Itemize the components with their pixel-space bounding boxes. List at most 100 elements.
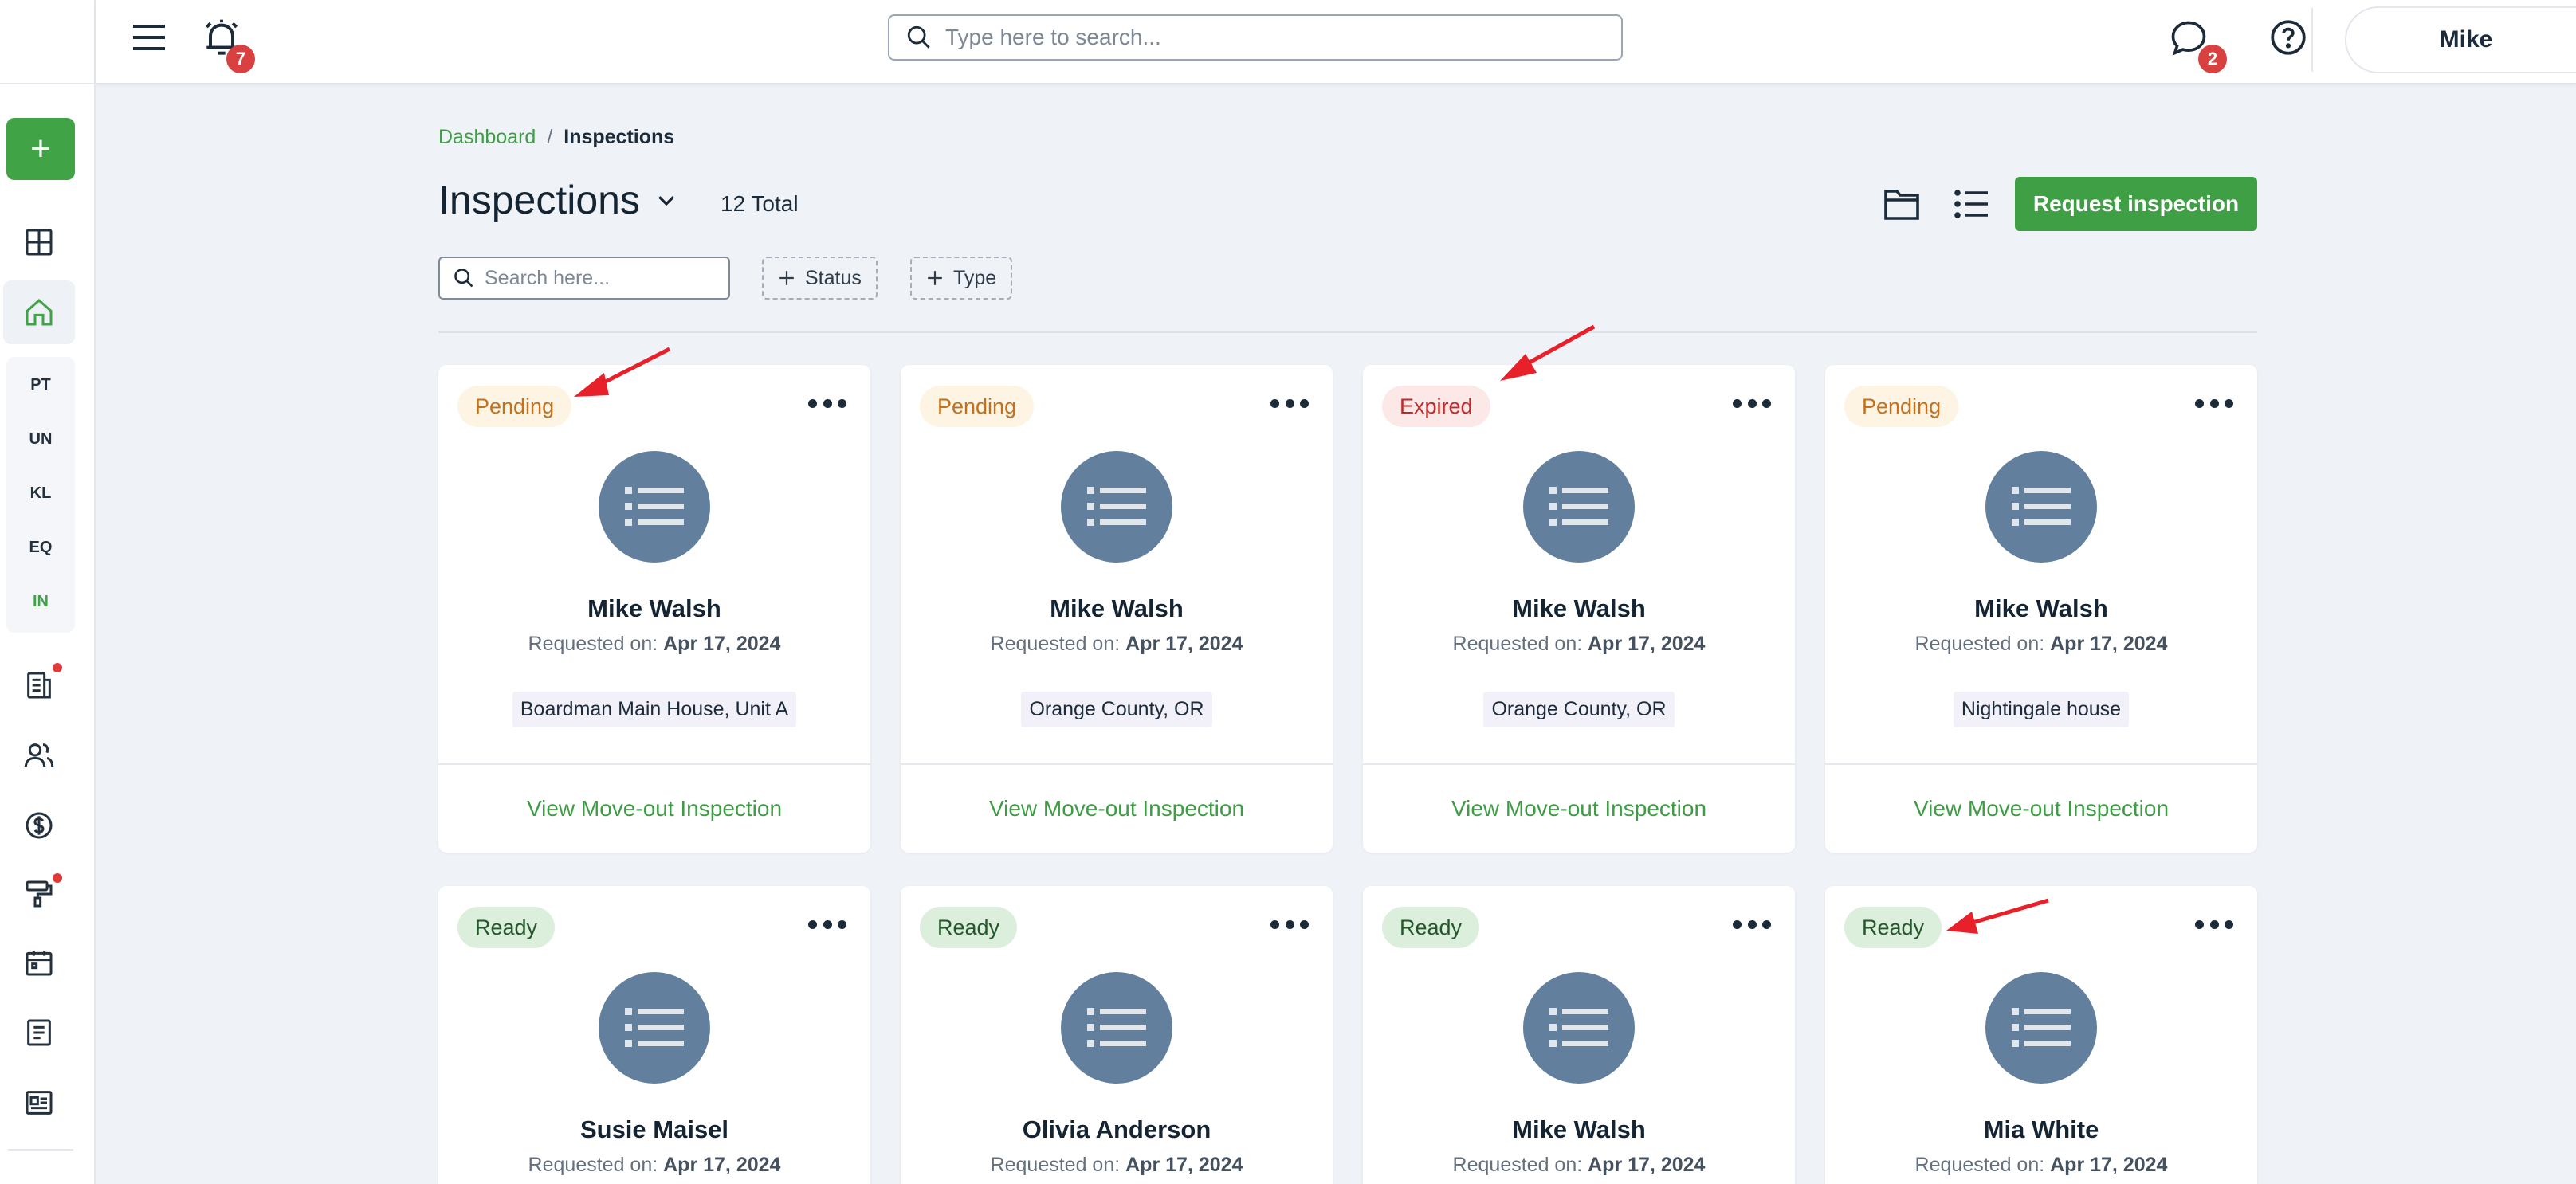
requested-date: Requested on: Apr 17, 2024 <box>1363 633 1795 656</box>
page-title: Inspections <box>438 178 640 222</box>
inspection-card[interactable]: Ready Olivia Anderson Requested on: Apr 17… <box>901 886 1333 1184</box>
inspection-icon <box>1985 451 2097 563</box>
more-options-icon[interactable] <box>2195 915 2233 934</box>
requested-label: Requested on: <box>1452 1154 1583 1176</box>
sidebar-item-eq[interactable]: EQ <box>6 539 75 557</box>
inspection-search-input[interactable] <box>485 266 724 290</box>
requested-date-value: Apr 17, 2024 <box>1125 633 1243 655</box>
status-badge: Pending <box>457 386 572 427</box>
home-icon[interactable] <box>3 280 75 344</box>
requested-label: Requested on: <box>528 1154 658 1176</box>
requested-label: Requested on: <box>990 633 1121 655</box>
sidebar-logo-area <box>0 0 94 84</box>
inspection-card[interactable]: Expired Mike Walsh Requested on: Apr 17, 2… <box>1363 365 1795 853</box>
search-icon <box>454 269 473 288</box>
dollar-icon[interactable] <box>3 794 75 857</box>
list-view-icon[interactable] <box>1950 182 1994 226</box>
requested-date: Requested on: Apr 17, 2024 <box>901 633 1333 656</box>
sidebar-item-kl[interactable]: KL <box>6 484 75 503</box>
user-menu-button[interactable]: Mike <box>2345 6 2576 73</box>
global-search-field[interactable] <box>888 14 1623 61</box>
inspection-card[interactable]: Ready Mike Walsh Requested on: Apr 17, 202… <box>1363 886 1795 1184</box>
type-filter-button[interactable]: Type <box>910 257 1013 300</box>
chevron-down-icon <box>658 196 674 206</box>
id-card-icon[interactable] <box>3 1071 75 1135</box>
status-badge: Ready <box>457 907 556 948</box>
property-location-tag: Boardman Main House, Unit A <box>512 692 797 727</box>
checklist-icon <box>2012 487 2071 526</box>
dashboard-icon[interactable] <box>3 210 75 274</box>
people-icon[interactable] <box>3 723 75 787</box>
more-options-icon[interactable] <box>1270 915 1309 934</box>
sidebar-sub-nav: PT UN KL EQ IN <box>6 357 75 633</box>
more-options-icon[interactable] <box>2195 394 2233 413</box>
menu-icon[interactable] <box>129 18 169 57</box>
breadcrumb-dashboard-link[interactable]: Dashboard <box>438 126 536 149</box>
requested-date-value: Apr 17, 2024 <box>663 633 781 655</box>
inspection-card[interactable]: Ready Mia White Requested on: Apr 17, 2024 <box>1825 886 2257 1184</box>
requested-date-value: Apr 17, 2024 <box>1588 633 1706 655</box>
checklist-icon <box>1549 1008 1608 1047</box>
requested-date: Requested on: Apr 17, 2024 <box>438 633 870 656</box>
status-badge: Ready <box>1844 907 1942 948</box>
inspection-icon <box>1061 972 1172 1084</box>
view-inspection-link[interactable]: View Move-out Inspection <box>527 796 782 821</box>
total-count: 12 Total <box>721 191 799 216</box>
inspection-icon <box>1523 972 1635 1084</box>
sidebar-item-pt[interactable]: PT <box>6 376 75 394</box>
inspection-search-field[interactable] <box>438 257 730 300</box>
requested-date: Requested on: Apr 17, 2024 <box>1363 1154 1795 1177</box>
plus-icon <box>779 271 794 285</box>
requested-date-value: Apr 17, 2024 <box>1588 1154 1706 1176</box>
checklist-icon <box>2012 1008 2071 1047</box>
plus-icon <box>928 271 942 285</box>
sidebar-item-un[interactable]: UN <box>6 430 75 449</box>
inspection-icon <box>1061 451 1172 563</box>
sidebar-item-in[interactable]: IN <box>6 593 75 611</box>
search-icon <box>907 25 930 49</box>
inspection-icon <box>599 972 710 1084</box>
notification-count-badge: 7 <box>226 45 255 73</box>
view-inspection-link[interactable]: View Move-out Inspection <box>1451 796 1706 821</box>
folder-view-icon[interactable] <box>1879 182 1924 226</box>
inspection-card[interactable]: Pending Mike Walsh Requested on: Apr 17, 2… <box>438 365 870 853</box>
card-footer: View Move-out Inspection <box>1363 763 1795 853</box>
tenant-name: Olivia Anderson <box>1022 1115 1211 1143</box>
tenant-name: Mike Walsh <box>587 594 721 622</box>
global-search-input[interactable] <box>945 25 1599 50</box>
header-divider <box>438 331 2257 333</box>
document-icon[interactable] <box>3 1001 75 1064</box>
inspection-card[interactable]: Ready Susie Maisel Requested on: Apr 17, 2… <box>438 886 870 1184</box>
more-options-icon[interactable] <box>808 394 846 413</box>
view-inspection-link[interactable]: View Move-out Inspection <box>989 796 1244 821</box>
status-badge: Pending <box>920 386 1035 427</box>
more-options-icon[interactable] <box>808 915 846 934</box>
status-filter-label: Status <box>805 266 862 289</box>
calendar-icon[interactable] <box>3 931 75 994</box>
help-icon[interactable] <box>2268 18 2310 59</box>
page-title-dropdown[interactable]: Inspections <box>438 177 678 223</box>
reports-notification-dot <box>53 663 62 672</box>
inspection-icon <box>599 451 710 563</box>
status-badge: Pending <box>1844 386 1959 427</box>
tenant-name: Mia White <box>1983 1115 2099 1143</box>
view-inspection-link[interactable]: View Move-out Inspection <box>1914 796 2169 821</box>
status-filter-button[interactable]: Status <box>762 257 878 300</box>
reports-icon[interactable] <box>3 653 75 717</box>
add-new-button[interactable]: + <box>6 118 75 180</box>
more-options-icon[interactable] <box>1733 915 1771 934</box>
request-inspection-button[interactable]: Request inspection <box>2015 177 2257 231</box>
more-options-icon[interactable] <box>1270 394 1309 413</box>
requested-date: Requested on: Apr 17, 2024 <box>901 1154 1333 1177</box>
inspection-card[interactable]: Pending Mike Walsh Requested on: Apr 17, 2… <box>1825 365 2257 853</box>
card-footer: View Move-out Inspection <box>901 763 1333 853</box>
status-badge: Ready <box>1382 907 1480 948</box>
inspection-icon <box>1985 972 2097 1084</box>
card-footer: View Move-out Inspection <box>438 763 870 853</box>
inspection-card[interactable]: Pending Mike Walsh Requested on: Apr 17, 2… <box>901 365 1333 853</box>
topbar-separator <box>2311 8 2313 72</box>
more-options-icon[interactable] <box>1733 394 1771 413</box>
breadcrumb-separator: / <box>547 126 553 148</box>
paint-roller-icon[interactable] <box>3 862 75 926</box>
checklist-icon <box>1087 487 1146 526</box>
